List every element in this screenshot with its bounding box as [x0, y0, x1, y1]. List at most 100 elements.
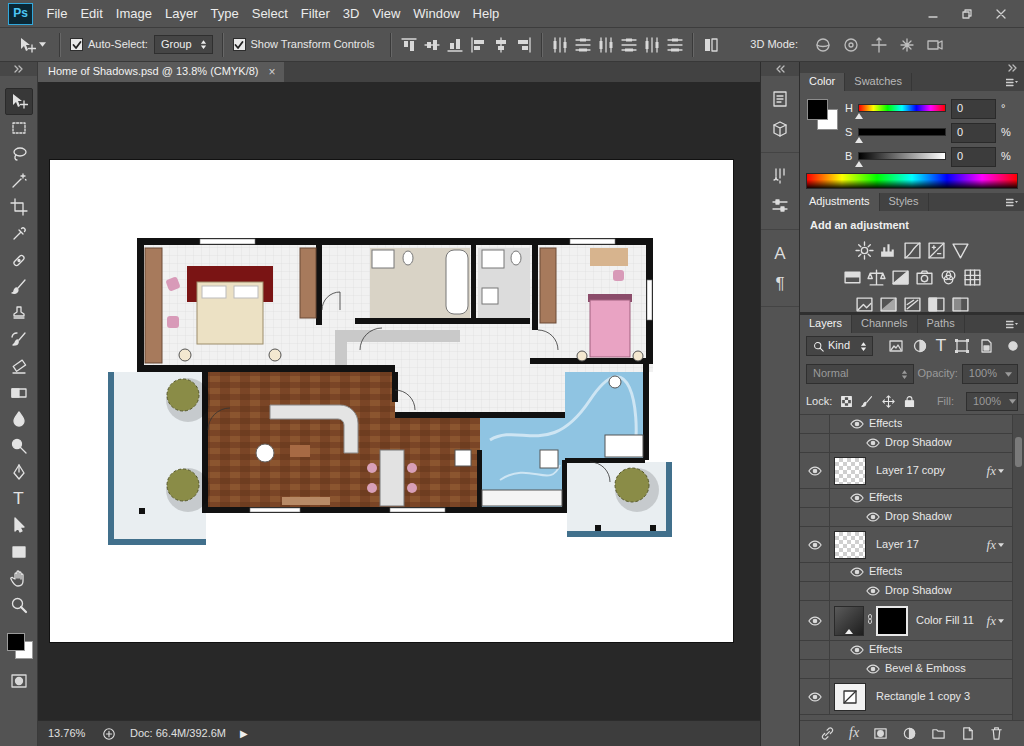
type-filter-button[interactable]: T: [936, 338, 946, 354]
adjustment-button[interactable]: [951, 295, 970, 314]
visibility-toggle[interactable]: [807, 539, 823, 551]
add-mask-button[interactable]: [873, 726, 888, 741]
mask-link[interactable]: [867, 613, 873, 628]
layer-effects-toggle[interactable]: fx: [987, 463, 1012, 479]
slider-thumb[interactable]: [855, 113, 863, 119]
close-button[interactable]: [986, 4, 1016, 24]
layer-effects-toggle[interactable]: fx: [987, 537, 1012, 553]
history-panel-button[interactable]: [766, 86, 794, 112]
align-button[interactable]: [516, 37, 532, 53]
brush-tool[interactable]: [5, 274, 33, 301]
adjustment-button[interactable]: [951, 241, 970, 260]
panel-tab[interactable]: Paths: [918, 315, 965, 333]
tool-preset-picker[interactable]: [14, 36, 50, 54]
panel-tab[interactable]: Layers: [800, 315, 852, 333]
slider-thumb[interactable]: [855, 137, 863, 143]
menu-item[interactable]: Help: [466, 6, 506, 22]
menu-item[interactable]: Type: [204, 6, 245, 22]
pen-tool[interactable]: [5, 459, 33, 486]
visibility-toggle[interactable]: [849, 644, 865, 656]
visibility-toggle[interactable]: [849, 566, 865, 578]
align-button[interactable]: [552, 37, 568, 53]
move-tool[interactable]: [5, 88, 33, 115]
delete-layer-button[interactable]: [989, 726, 1004, 741]
panel-tab[interactable]: Swatches: [845, 73, 912, 91]
slider-thumb[interactable]: [855, 161, 863, 167]
canvas-area[interactable]: [38, 82, 760, 720]
foreground-color-swatch[interactable]: [7, 633, 25, 651]
adjustment-button[interactable]: [891, 268, 910, 287]
effects-row[interactable]: Effects: [800, 563, 1012, 582]
layer-row[interactable]: Rectangle 1 copy 3: [800, 679, 1012, 715]
marquee-tool[interactable]: [5, 115, 33, 142]
adjustment-button[interactable]: [879, 295, 898, 314]
panel-menu-button[interactable]: [1006, 315, 1024, 333]
type-tool[interactable]: T: [5, 486, 33, 513]
collapse-toolbar-button[interactable]: [0, 62, 37, 76]
align-button[interactable]: [598, 37, 614, 53]
visibility-toggle[interactable]: [849, 418, 865, 430]
lock-position-button[interactable]: [882, 395, 895, 408]
adjustment-button[interactable]: [963, 268, 982, 287]
pixel-filter-button[interactable]: [888, 338, 904, 354]
brush-presets-panel-button[interactable]: [766, 163, 794, 189]
adjustment-button[interactable]: [927, 241, 946, 260]
link-layers-button[interactable]: [820, 726, 835, 741]
visibility-toggle[interactable]: [865, 585, 881, 597]
align-button[interactable]: [424, 37, 440, 53]
document-canvas[interactable]: [50, 160, 733, 642]
layer-row[interactable]: Color Fill 11fx: [800, 601, 1012, 641]
character-panel-button[interactable]: A: [766, 240, 794, 266]
slider-track[interactable]: [858, 128, 946, 136]
adjustment-filter-button[interactable]: [912, 338, 928, 354]
shape-filter-button[interactable]: [954, 338, 970, 354]
menu-item[interactable]: File: [40, 6, 74, 22]
auto-select-checkbox[interactable]: [70, 38, 83, 51]
clone-stamp-tool[interactable]: [5, 300, 33, 327]
align-button[interactable]: [401, 37, 417, 53]
opacity-field[interactable]: 100%: [962, 364, 1018, 383]
menu-item[interactable]: Layer: [159, 6, 205, 22]
3d-mode-button[interactable]: [814, 36, 832, 54]
panel-tab[interactable]: Styles: [880, 193, 929, 211]
panel-tab[interactable]: Adjustments: [800, 193, 880, 211]
eraser-tool[interactable]: [5, 353, 33, 380]
hand-tool[interactable]: [5, 565, 33, 592]
menu-item[interactable]: Edit: [74, 6, 109, 22]
adjustment-button[interactable]: [855, 295, 874, 314]
slider-track[interactable]: [858, 152, 946, 160]
align-button[interactable]: [667, 37, 683, 53]
align-button[interactable]: [575, 37, 591, 53]
blend-mode-dropdown[interactable]: Normal: [806, 364, 914, 383]
panel-menu-button[interactable]: [1006, 73, 1024, 91]
effect-row[interactable]: Drop Shadow: [800, 434, 1012, 453]
effect-row[interactable]: Drop Shadow: [800, 582, 1012, 601]
effects-row[interactable]: Effects: [800, 415, 1012, 434]
layer-effects-toggle[interactable]: fx: [987, 613, 1012, 629]
slider-value-field[interactable]: 0: [951, 123, 996, 142]
effects-row[interactable]: Effects: [800, 489, 1012, 508]
visibility-toggle[interactable]: [865, 663, 881, 675]
quick-mask-button[interactable]: [10, 672, 28, 693]
effects-row[interactable]: Effects: [800, 641, 1012, 660]
layer-row[interactable]: Layer 17 copyfx: [800, 453, 1012, 489]
visibility-toggle[interactable]: [807, 465, 823, 477]
status-menu-button[interactable]: ▶: [240, 728, 248, 740]
properties-panel-button[interactable]: [766, 193, 794, 219]
slider-value-field[interactable]: 0: [951, 99, 996, 118]
adjustment-button[interactable]: [903, 241, 922, 260]
adjustment-button[interactable]: [927, 295, 946, 314]
visibility-toggle[interactable]: [865, 437, 881, 449]
filter-toggle[interactable]: [1008, 341, 1018, 351]
magic-wand-tool[interactable]: [5, 168, 33, 195]
transform-controls-checkbox[interactable]: [233, 38, 246, 51]
effect-row[interactable]: Bevel & Emboss: [800, 660, 1012, 679]
menu-item[interactable]: 3D: [336, 6, 366, 22]
align-button[interactable]: [703, 37, 719, 53]
path-selection-tool[interactable]: [5, 512, 33, 539]
align-button[interactable]: [470, 37, 486, 53]
adjustment-button[interactable]: [855, 241, 874, 260]
lasso-tool[interactable]: [5, 141, 33, 168]
menu-item[interactable]: Image: [109, 6, 158, 22]
restore-button[interactable]: [952, 4, 982, 24]
